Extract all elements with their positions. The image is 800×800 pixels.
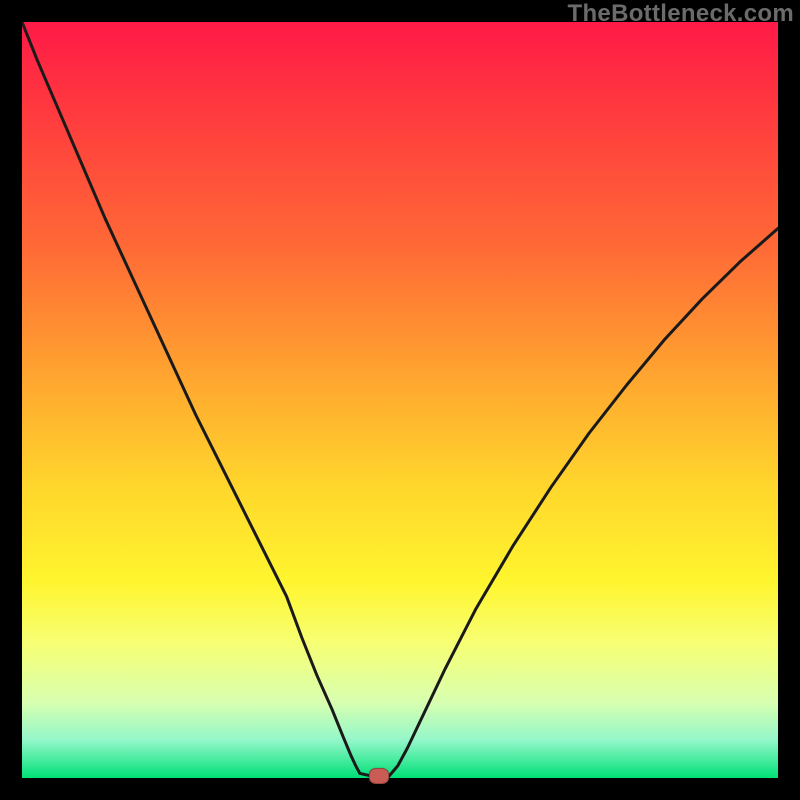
watermark-text: TheBottleneck.com	[568, 0, 794, 28]
bottleneck-curve	[22, 22, 778, 778]
minimum-marker	[369, 768, 389, 784]
chart-plot-area	[22, 22, 778, 778]
